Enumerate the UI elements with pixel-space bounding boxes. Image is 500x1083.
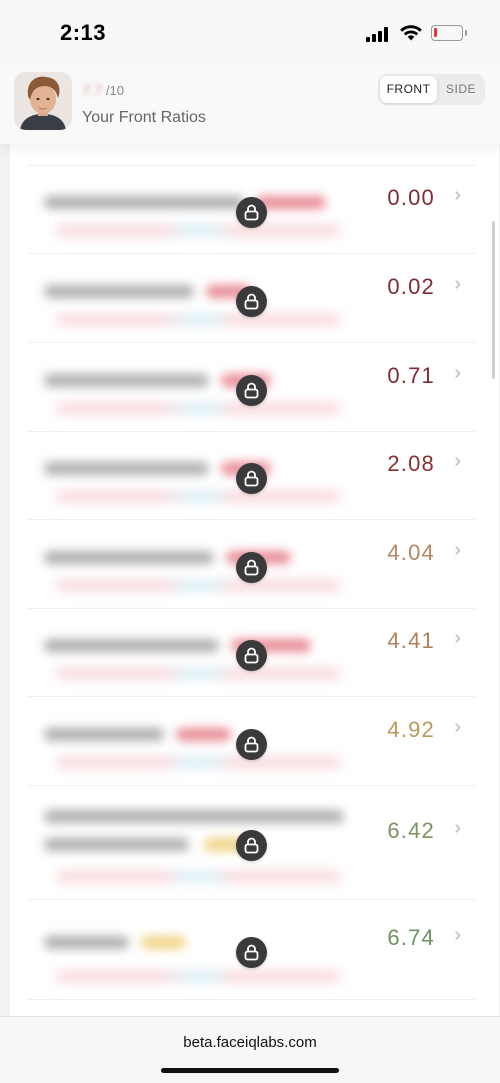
- ratio-row[interactable]: 0.02 ›: [28, 254, 475, 343]
- ratio-tag-blurred: [176, 728, 231, 741]
- ratio-name-blurred: [44, 936, 129, 949]
- ratio-row[interactable]: 4.41 ›: [28, 609, 475, 697]
- chevron-right-icon[interactable]: ›: [454, 539, 461, 562]
- ratio-tag-blurred: [141, 936, 186, 949]
- ratio-name-blurred: [44, 639, 219, 652]
- ratio-name-blurred: [44, 196, 244, 209]
- chevron-right-icon[interactable]: ›: [454, 924, 461, 947]
- battery-level: [434, 28, 437, 37]
- ratio-range-bar-blurred: [56, 872, 341, 881]
- lock-icon[interactable]: [236, 375, 267, 406]
- ratio-row[interactable]: 0.00 ›: [28, 166, 475, 254]
- ratio-value: 4.41: [387, 628, 435, 653]
- ratio-name-blurred: [44, 374, 209, 387]
- ratio-value: 2.08: [387, 451, 435, 476]
- ratio-row[interactable]: 6.74 ›: [28, 900, 475, 1000]
- ratio-row[interactable]: 6.42 ›: [28, 786, 475, 900]
- ratio-range-bar-blurred: [56, 669, 341, 678]
- lock-icon[interactable]: [236, 286, 267, 317]
- lock-icon[interactable]: [236, 640, 267, 671]
- ratio-range-bar-blurred: [56, 758, 341, 767]
- ratio-name-blurred: [44, 462, 209, 475]
- home-indicator[interactable]: [161, 1068, 339, 1073]
- user-avatar[interactable]: [14, 72, 72, 130]
- chevron-right-icon[interactable]: ›: [454, 627, 461, 650]
- ratio-name-blurred: [44, 551, 214, 564]
- ratios-header: 7.7/10 Your Front Ratios FRONT SIDE: [0, 66, 500, 144]
- ratio-range-bar-blurred: [56, 581, 341, 590]
- lock-icon[interactable]: [236, 197, 267, 228]
- score-suffix: /10: [105, 83, 124, 98]
- view-toggle: FRONT SIDE: [378, 74, 485, 105]
- ratio-name-blurred: [44, 810, 344, 823]
- ratio-value: 0.02: [387, 274, 435, 299]
- ratios-list[interactable]: 0.00 › 0.02 › 0.71 › 2.08 › 4.04 › 4.41 › 4.92 › 6.42 ›…: [10, 144, 499, 1016]
- toggle-front-button[interactable]: FRONT: [380, 76, 437, 103]
- lock-icon[interactable]: [236, 830, 267, 861]
- status-bar: 2:13: [0, 0, 500, 66]
- scrollbar[interactable]: [492, 221, 495, 379]
- ratio-range-bar-blurred: [56, 226, 341, 235]
- ratio-tag-blurred: [256, 196, 326, 209]
- url-label[interactable]: beta.faceiqlabs.com: [0, 1034, 500, 1051]
- ratio-value: 6.42: [387, 818, 435, 843]
- ratio-value: 0.00: [387, 185, 435, 210]
- ratio-row[interactable]: 4.92 ›: [28, 697, 475, 786]
- lock-icon[interactable]: [236, 463, 267, 494]
- ratio-range-bar-blurred: [56, 972, 341, 981]
- overall-score: 7.7/10: [82, 82, 124, 99]
- browser-bar: beta.faceiqlabs.com: [0, 1016, 500, 1083]
- ratio-value: 0.71: [387, 363, 435, 388]
- ratio-row[interactable]: 4.04 ›: [28, 520, 475, 609]
- ratio-value: 6.74: [387, 925, 435, 950]
- ratio-name-blurred: [44, 285, 194, 298]
- ratio-name-blurred: [44, 728, 164, 741]
- score-value-blurred: 7.7: [82, 82, 103, 99]
- ratio-value: 4.92: [387, 717, 435, 742]
- chevron-right-icon[interactable]: ›: [454, 716, 461, 739]
- battery-icon: [431, 25, 467, 41]
- status-time: 2:13: [60, 20, 107, 45]
- ratio-range-bar-blurred: [56, 315, 341, 324]
- ratio-range-bar-blurred: [56, 404, 341, 413]
- ratio-row[interactable]: 2.08 ›: [28, 432, 475, 520]
- lock-icon[interactable]: [236, 552, 267, 583]
- chevron-right-icon[interactable]: ›: [454, 817, 461, 840]
- ratio-name-blurred: [44, 838, 189, 851]
- ratio-row[interactable]: 0.71 ›: [28, 343, 475, 432]
- chevron-right-icon[interactable]: ›: [454, 362, 461, 385]
- wifi-icon: [400, 25, 422, 41]
- chevron-right-icon[interactable]: ›: [454, 273, 461, 296]
- chevron-right-icon[interactable]: ›: [454, 184, 461, 207]
- chevron-right-icon[interactable]: ›: [454, 450, 461, 473]
- lock-icon[interactable]: [236, 729, 267, 760]
- ratio-value: 4.04: [387, 540, 435, 565]
- lock-icon[interactable]: [236, 937, 267, 968]
- page-title: Your Front Ratios: [82, 109, 206, 126]
- ratio-range-bar-blurred: [56, 492, 341, 501]
- toggle-side-button[interactable]: SIDE: [439, 76, 483, 103]
- cellular-signal-icon: [366, 27, 390, 42]
